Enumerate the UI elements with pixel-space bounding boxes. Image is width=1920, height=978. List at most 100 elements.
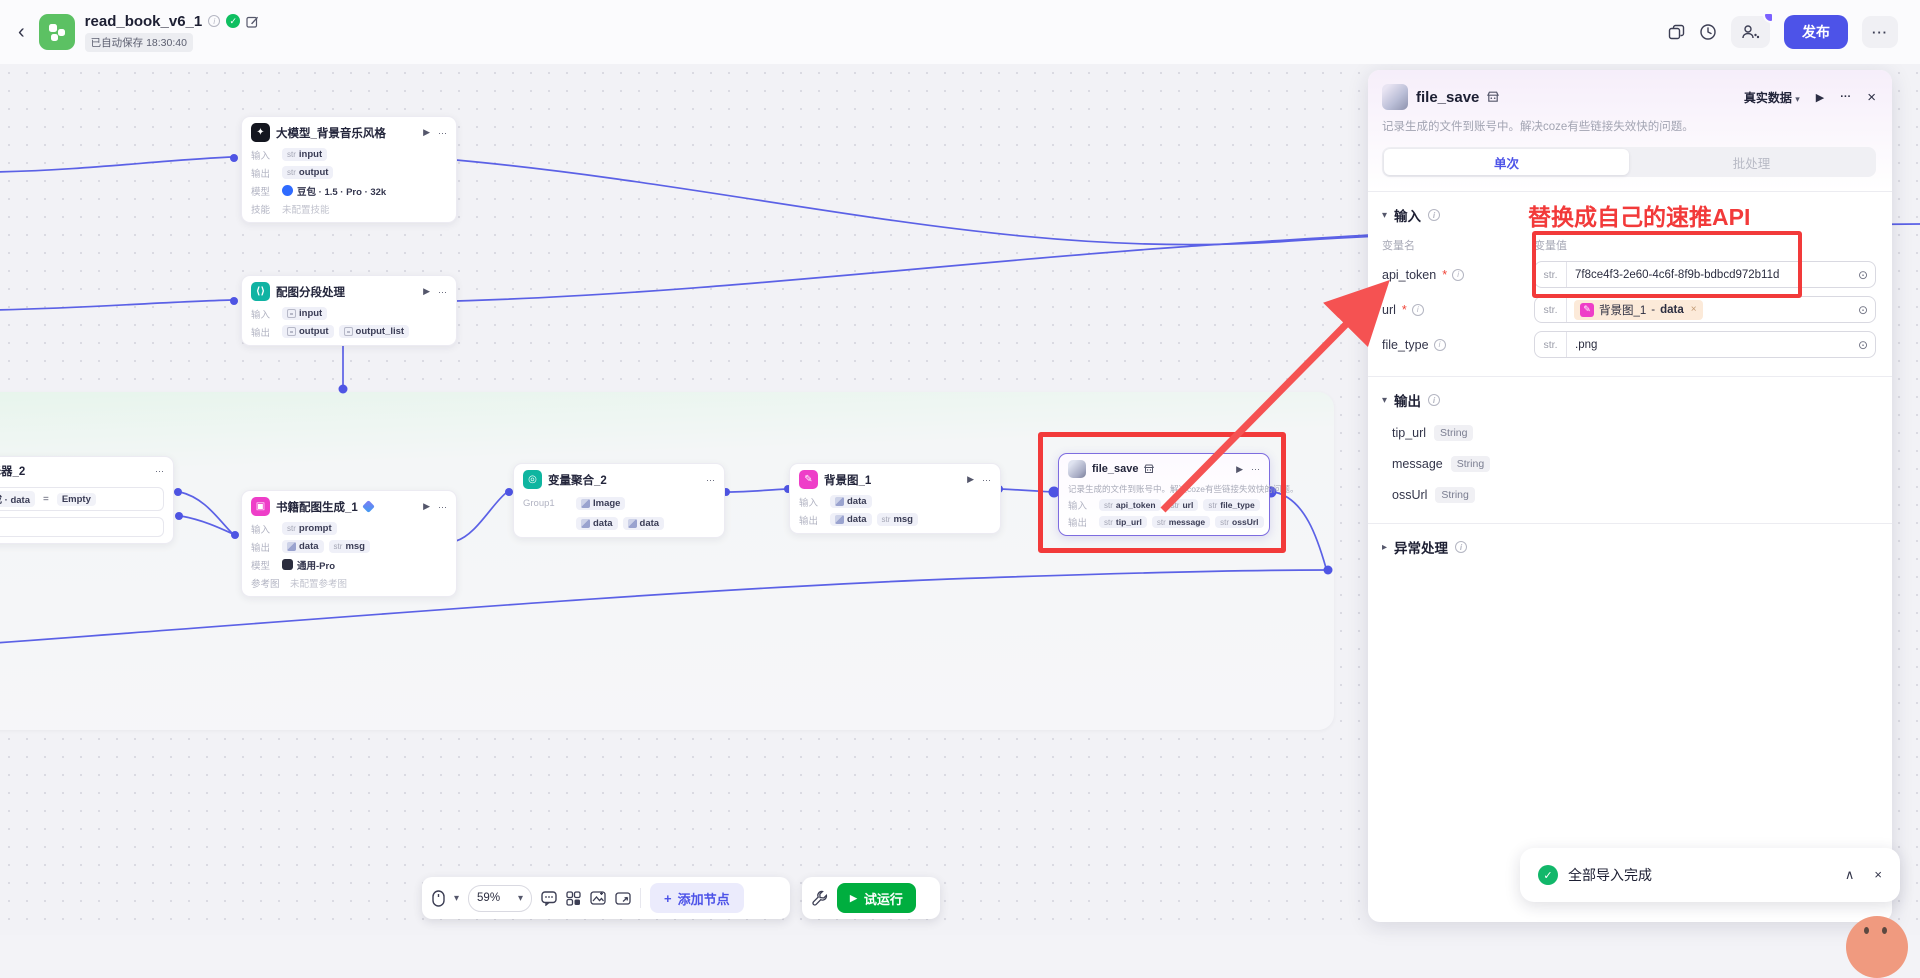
- node-title: 变量聚合_2: [548, 472, 607, 488]
- target-icon[interactable]: ⊙: [1858, 338, 1868, 352]
- tab-single[interactable]: 单次: [1384, 149, 1629, 175]
- model-name: 豆包 · 1.5 · Pro · 32k: [282, 184, 386, 198]
- zoom-select[interactable]: 59% ▾: [468, 885, 532, 912]
- test-run-button[interactable]: ▶ 试运行: [837, 883, 916, 913]
- doubao-logo-icon: [282, 185, 293, 196]
- info-icon[interactable]: i: [1428, 394, 1440, 406]
- node-more-icon[interactable]: ···: [438, 502, 447, 512]
- node-book-image[interactable]: ▣ 书籍配图生成_1 ▶··· 输入 strprompt 输出 data str…: [241, 490, 457, 597]
- node-title: 大模型_背景音乐风格: [276, 125, 386, 141]
- error-section-header[interactable]: ▸ 异常处理 i: [1382, 537, 1876, 557]
- variable-ref-tag[interactable]: ✎ 背景图_1 - data ×: [1574, 300, 1703, 320]
- export-canvas-icon[interactable]: [615, 892, 631, 905]
- toast-close-icon[interactable]: ×: [1874, 867, 1882, 883]
- io-tag: data: [623, 517, 665, 530]
- url-input[interactable]: str. ✎ 背景图_1 - data × ⊙: [1534, 296, 1876, 323]
- node-run-icon[interactable]: ▶: [423, 127, 430, 138]
- back-icon[interactable]: ‹: [18, 21, 25, 44]
- image-gen-node-icon: ▣: [251, 497, 270, 516]
- collab-badge: [1763, 12, 1774, 23]
- io-tag: strinput: [282, 148, 327, 161]
- info-icon[interactable]: i: [1452, 269, 1464, 281]
- row-label: 输出: [251, 325, 277, 339]
- debug-wrench-icon[interactable]: [812, 890, 828, 906]
- type-badge: String: [1451, 456, 1490, 472]
- info-icon[interactable]: i: [208, 15, 220, 27]
- duplicate-icon[interactable]: [1668, 24, 1685, 41]
- info-icon[interactable]: i: [1428, 209, 1440, 221]
- condition-row-empty[interactable]: [0, 517, 164, 537]
- caret-down-icon[interactable]: ▾: [454, 893, 459, 904]
- io-tag: input: [282, 307, 327, 320]
- image-edit-node-icon: ✎: [799, 470, 818, 489]
- ref-status: 未配置参考图: [290, 576, 347, 590]
- store-icon: [1487, 91, 1499, 103]
- condition-ref-tag: 图像生成 · data: [0, 491, 35, 507]
- input-row-file-type: file_typei str. .png ⊙: [1382, 331, 1876, 358]
- file-type-value[interactable]: .png: [1567, 339, 1605, 351]
- type-select[interactable]: str.: [1535, 332, 1567, 357]
- app-logo[interactable]: [39, 14, 75, 50]
- node-merge[interactable]: ◎ 变量聚合_2 ··· Group1 Image data data: [513, 463, 725, 538]
- collaborators-button[interactable]: [1731, 16, 1770, 48]
- info-icon[interactable]: i: [1455, 541, 1467, 553]
- panel-more-icon[interactable]: ···: [1840, 91, 1851, 103]
- io-tag: Image: [576, 497, 625, 510]
- node-more-icon[interactable]: ···: [155, 466, 164, 476]
- info-icon[interactable]: i: [1412, 304, 1424, 316]
- node-run-icon[interactable]: ▶: [967, 474, 974, 485]
- node-llm[interactable]: ✦ 大模型_背景音乐风格 ▶··· 输入 strinput 输出 stroutp…: [241, 116, 457, 223]
- row-label: 输出: [799, 513, 825, 527]
- output-section-header[interactable]: ▾ 输出 i: [1382, 390, 1876, 410]
- caret-down-icon: ▾: [1795, 94, 1800, 104]
- import-toast: ✓ 全部导入完成 ∧ ×: [1520, 848, 1900, 902]
- type-select[interactable]: str.: [1535, 297, 1567, 322]
- mode-tabs: 单次 批处理: [1382, 147, 1876, 177]
- info-icon[interactable]: i: [1434, 339, 1446, 351]
- node-run-icon[interactable]: ▶: [423, 501, 430, 512]
- model-logo-icon: [282, 559, 293, 570]
- node-more-icon[interactable]: ···: [706, 475, 715, 485]
- divider: [1368, 376, 1892, 377]
- panel-close-icon[interactable]: ×: [1867, 89, 1876, 106]
- panel-run-icon[interactable]: ▶: [1816, 91, 1824, 104]
- zoom-value: 59%: [477, 892, 500, 904]
- more-menu-button[interactable]: ···: [1862, 16, 1898, 48]
- node-bg-image[interactable]: ✎ 背景图_1 ▶··· 输入 data 输出 data strmsg: [789, 463, 1001, 534]
- node-code[interactable]: ⟨⟩ 配图分段处理 ▶··· 输入 input 输出 output output…: [241, 275, 457, 346]
- row-label: 输入: [799, 495, 825, 509]
- remove-ref-icon[interactable]: ×: [1691, 304, 1697, 315]
- row-label: 输入: [251, 307, 277, 321]
- add-node-button[interactable]: + 添加节点: [650, 883, 744, 913]
- image-icon: [581, 499, 590, 508]
- target-icon[interactable]: ⊙: [1858, 268, 1868, 282]
- row-label: 模型: [251, 184, 277, 198]
- output-row: tip_urlString: [1382, 425, 1876, 441]
- node-more-icon[interactable]: ···: [438, 128, 447, 138]
- edit-icon[interactable]: [246, 15, 259, 28]
- wire: [0, 300, 232, 310]
- condition-row[interactable]: 图像生成 · data = Empty: [0, 487, 164, 511]
- target-icon[interactable]: ⊙: [1858, 303, 1868, 317]
- pointer-mode-icon[interactable]: [432, 890, 445, 907]
- io-tag: data: [282, 540, 324, 553]
- auto-layout-icon[interactable]: [566, 891, 581, 906]
- data-mode-dropdown[interactable]: 真实数据 ▾: [1744, 89, 1800, 106]
- comment-icon[interactable]: [541, 891, 557, 906]
- object-icon: [287, 327, 296, 336]
- node-more-icon[interactable]: ···: [438, 287, 447, 297]
- history-icon[interactable]: [1699, 23, 1717, 41]
- node-selector[interactable]: 选择器_2 ··· 图像生成 · data = Empty: [0, 456, 174, 544]
- toast-collapse-icon[interactable]: ∧: [1845, 867, 1855, 883]
- assistant-avatar[interactable]: [1846, 916, 1908, 978]
- success-check-icon: ✓: [1538, 865, 1558, 885]
- io-tag: strprompt: [282, 522, 337, 535]
- publish-button[interactable]: 发布: [1784, 15, 1848, 49]
- node-more-icon[interactable]: ···: [982, 475, 991, 485]
- node-run-icon[interactable]: ▶: [423, 286, 430, 297]
- tab-batch[interactable]: 批处理: [1629, 149, 1874, 175]
- row-label: 输入: [251, 148, 277, 162]
- file-type-input[interactable]: str. .png ⊙: [1534, 331, 1876, 358]
- image-icon: [581, 519, 590, 528]
- snapshot-icon[interactable]: [590, 891, 606, 905]
